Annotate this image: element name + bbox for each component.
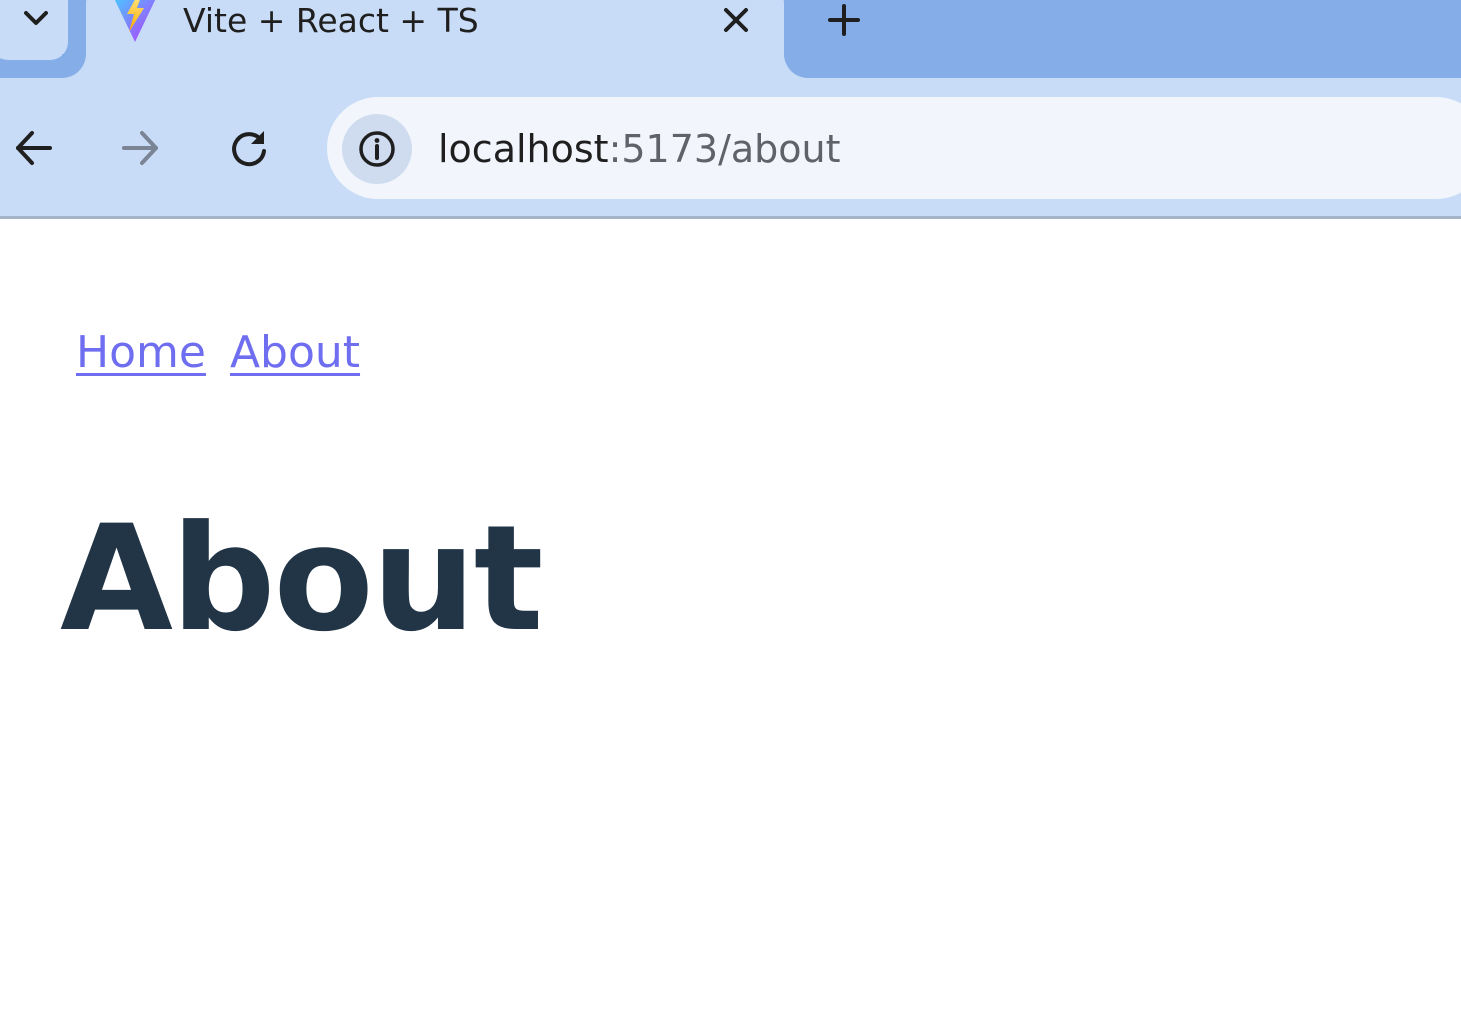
- tab-search-button[interactable]: [0, 0, 68, 60]
- tab-corner-right: [784, 54, 808, 78]
- info-icon: [359, 131, 395, 167]
- site-info-button[interactable]: [342, 114, 412, 184]
- close-icon: [724, 8, 748, 32]
- tab-corner-left: [62, 54, 86, 78]
- arrow-right-icon: [122, 131, 158, 165]
- arrow-left-icon: [16, 131, 52, 165]
- browser-chrome: Vite + React + TS localhost:5173/about: [0, 0, 1461, 219]
- chevron-down-icon: [24, 11, 48, 25]
- page-title: About: [60, 494, 544, 664]
- tab-title: Vite + React + TS: [183, 1, 479, 40]
- url-host: localhost: [438, 127, 609, 171]
- reload-icon: [232, 131, 266, 167]
- close-tab-button[interactable]: [716, 0, 756, 40]
- reload-button[interactable]: [221, 120, 277, 176]
- url-path: :5173/about: [608, 127, 841, 171]
- url-text[interactable]: localhost:5173/about: [438, 122, 841, 176]
- page-content: Home About About: [0, 219, 1461, 1029]
- back-button[interactable]: [5, 120, 61, 176]
- nav-link-home[interactable]: Home: [76, 327, 206, 378]
- new-tab-button[interactable]: [822, 0, 866, 40]
- nav-link-about[interactable]: About: [230, 327, 360, 378]
- forward-button[interactable]: [113, 120, 169, 176]
- site-nav: Home About: [76, 327, 360, 378]
- plus-icon: [828, 4, 860, 36]
- vite-logo-icon: [114, 0, 156, 42]
